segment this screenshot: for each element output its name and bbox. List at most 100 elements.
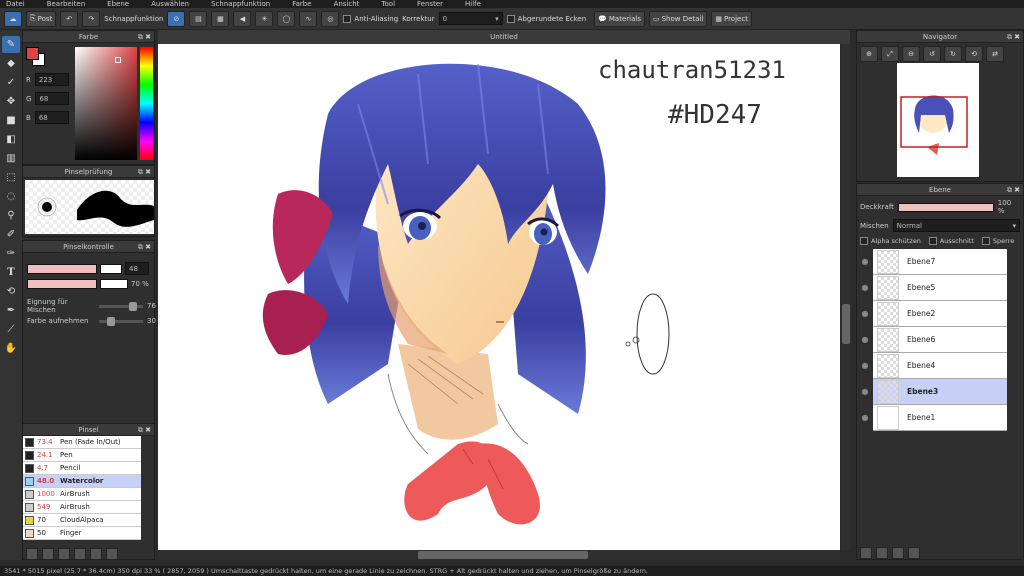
undo-button[interactable]: ↶ bbox=[60, 10, 79, 27]
eye-icon[interactable]: ● bbox=[857, 274, 873, 301]
snap-parallel-button[interactable]: ▤ bbox=[189, 10, 208, 27]
brush-item-selected[interactable]: 48.0 Watercolor bbox=[23, 475, 141, 488]
layer-item-selected[interactable]: ● Ebene3 bbox=[857, 378, 1007, 405]
hand-tool[interactable]: ✋ bbox=[2, 340, 20, 357]
blend-knob[interactable] bbox=[129, 301, 137, 311]
layer-blend-select[interactable]: Normal ▾ bbox=[892, 219, 1020, 232]
snap-perspective-button[interactable]: ◀ bbox=[233, 10, 252, 27]
new-brush-button[interactable] bbox=[26, 548, 38, 560]
size-slider[interactable] bbox=[27, 263, 97, 274]
menu-auswaehlen[interactable]: Auswählen bbox=[151, 0, 189, 8]
horizontal-scrollbar[interactable] bbox=[158, 550, 840, 560]
eye-icon[interactable]: ● bbox=[857, 300, 873, 327]
reset-rotation-button[interactable]: ⟲ bbox=[965, 46, 983, 62]
new-layer-button[interactable] bbox=[860, 547, 872, 559]
saturation-value-picker[interactable] bbox=[75, 47, 137, 160]
menu-datei[interactable]: Datei bbox=[6, 0, 25, 8]
panel-close-icon[interactable]: ⧉ ✖ bbox=[1007, 184, 1020, 196]
eye-icon[interactable]: ● bbox=[857, 248, 873, 275]
rounded-corners-checkbox[interactable]: Abgerundete Ecken bbox=[506, 14, 586, 23]
vertical-scrollbar[interactable] bbox=[841, 44, 851, 550]
layer-item[interactable]: ● Ebene7 bbox=[857, 248, 1007, 275]
shape-tool[interactable]: ■ bbox=[2, 112, 20, 129]
materials-button[interactable]: 💬 Materials bbox=[594, 10, 645, 27]
brush-item[interactable]: 73.4 Pen (Fade In/Out) bbox=[23, 436, 141, 449]
hue-slider[interactable] bbox=[140, 47, 153, 160]
project-button[interactable]: ▦ Project bbox=[711, 10, 752, 27]
gradient-tool[interactable]: ▥ bbox=[2, 150, 20, 167]
layer-item[interactable]: ● Ebene2 bbox=[857, 300, 1007, 327]
navigator-thumbnail[interactable] bbox=[897, 63, 979, 177]
redo-button[interactable]: ↷ bbox=[82, 10, 101, 27]
canvas-tab[interactable]: Untitled bbox=[158, 30, 850, 44]
brush-item[interactable]: 4.7 Pencil bbox=[23, 462, 141, 475]
fit-button[interactable]: ⤢ bbox=[881, 46, 899, 62]
fill-tool[interactable]: ◧ bbox=[2, 131, 20, 148]
eye-icon[interactable]: ● bbox=[857, 326, 873, 353]
select-tool[interactable]: ⬚ bbox=[2, 169, 20, 186]
copy-brush-button[interactable] bbox=[58, 548, 70, 560]
eye-icon[interactable]: ● bbox=[857, 404, 873, 431]
korrektur-select[interactable]: 0 ▾ bbox=[438, 12, 503, 25]
eye-icon[interactable]: ● bbox=[857, 378, 873, 405]
layer-item[interactable]: ● Ebene4 bbox=[857, 352, 1007, 379]
lasso-tool[interactable]: ◌ bbox=[2, 188, 20, 205]
green-input[interactable]: 68 bbox=[35, 92, 70, 105]
layer-item[interactable]: ● Ebene5 bbox=[857, 274, 1007, 301]
protect-alpha-checkbox[interactable]: Alpha schützen bbox=[860, 237, 921, 245]
menu-tool[interactable]: Tool bbox=[381, 0, 395, 8]
layer-item[interactable]: ● Ebene6 bbox=[857, 326, 1007, 353]
brush-item[interactable]: 549 AirBrush bbox=[23, 501, 141, 514]
horizontal-scroll-thumb[interactable] bbox=[418, 551, 588, 559]
layer-opacity-slider[interactable] bbox=[897, 202, 994, 212]
eraser-tool[interactable]: ◆ bbox=[2, 55, 20, 72]
show-detail-button[interactable]: ▭ Show Detail bbox=[648, 10, 708, 27]
opacity-slider[interactable] bbox=[27, 279, 97, 289]
red-input[interactable]: 223 bbox=[34, 73, 69, 86]
move-tool[interactable]: ✥ bbox=[2, 93, 20, 110]
antialias-checkbox[interactable]: Anti-Aliasing bbox=[343, 14, 398, 23]
brush-item[interactable]: 50 Finger bbox=[23, 527, 141, 540]
vertical-scroll-thumb[interactable] bbox=[842, 304, 850, 344]
flip-button[interactable]: ⇄ bbox=[986, 46, 1004, 62]
divide-tool[interactable]: ⟋ bbox=[2, 321, 20, 338]
snap-concentric-button[interactable]: ◎ bbox=[321, 10, 340, 27]
menu-ansicht[interactable]: Ansicht bbox=[334, 0, 360, 8]
select-eraser-tool[interactable]: ✑ bbox=[2, 245, 20, 262]
panel-close-icon[interactable]: ⧉ ✖ bbox=[1007, 31, 1020, 43]
menu-schnappfunktion[interactable]: Schnappfunktion bbox=[211, 0, 270, 8]
blend-slider[interactable] bbox=[99, 301, 143, 311]
select-pen-tool[interactable]: ✐ bbox=[2, 226, 20, 243]
eyedropper-tool[interactable]: ✒ bbox=[2, 302, 20, 319]
snap-circle-button[interactable]: ◯ bbox=[277, 10, 296, 27]
text-tool[interactable]: T bbox=[2, 264, 20, 281]
transform-tool[interactable]: ⟲ bbox=[2, 283, 20, 300]
menu-farbe[interactable]: Farbe bbox=[292, 0, 311, 8]
rotate-left-button[interactable]: ↺ bbox=[923, 46, 941, 62]
layer-item[interactable]: ● Ebene1 bbox=[857, 404, 1007, 431]
brush-settings-button[interactable] bbox=[90, 548, 102, 560]
rotate-right-button[interactable]: ↻ bbox=[944, 46, 962, 62]
folder-button[interactable] bbox=[74, 548, 86, 560]
pickup-slider[interactable] bbox=[99, 316, 143, 326]
delete-brush-button[interactable] bbox=[106, 548, 118, 560]
eye-icon[interactable]: ● bbox=[857, 352, 873, 379]
size-slider-rest[interactable] bbox=[100, 263, 122, 274]
foreground-color-swatch[interactable] bbox=[26, 47, 39, 60]
menu-bearbeiten[interactable]: Bearbeiten bbox=[47, 0, 85, 8]
menu-ebene[interactable]: Ebene bbox=[107, 0, 129, 8]
menu-fenster[interactable]: Fenster bbox=[417, 0, 443, 8]
blue-input[interactable]: 68 bbox=[34, 111, 69, 124]
magic-wand-tool[interactable]: ⚲ bbox=[2, 207, 20, 224]
snap-grid-button[interactable]: ▦ bbox=[211, 10, 230, 27]
post-button[interactable]: ⎘ Post bbox=[26, 10, 57, 27]
brush-item[interactable]: 1000 AirBrush bbox=[23, 488, 141, 501]
cloud-button[interactable]: ☁ bbox=[4, 10, 22, 27]
panel-close-icon[interactable]: ⧉ ✖ bbox=[138, 31, 151, 43]
snap-curve-button[interactable]: ∿ bbox=[299, 10, 318, 27]
brush-item[interactable]: 70 CloudAlpaca bbox=[23, 514, 141, 527]
snap-off-button[interactable]: ⊘ bbox=[167, 10, 186, 27]
brush-tool[interactable]: ✎ bbox=[2, 36, 20, 53]
menu-hilfe[interactable]: Hilfe bbox=[465, 0, 481, 8]
zoom-in-button[interactable]: ⊕ bbox=[860, 46, 878, 62]
